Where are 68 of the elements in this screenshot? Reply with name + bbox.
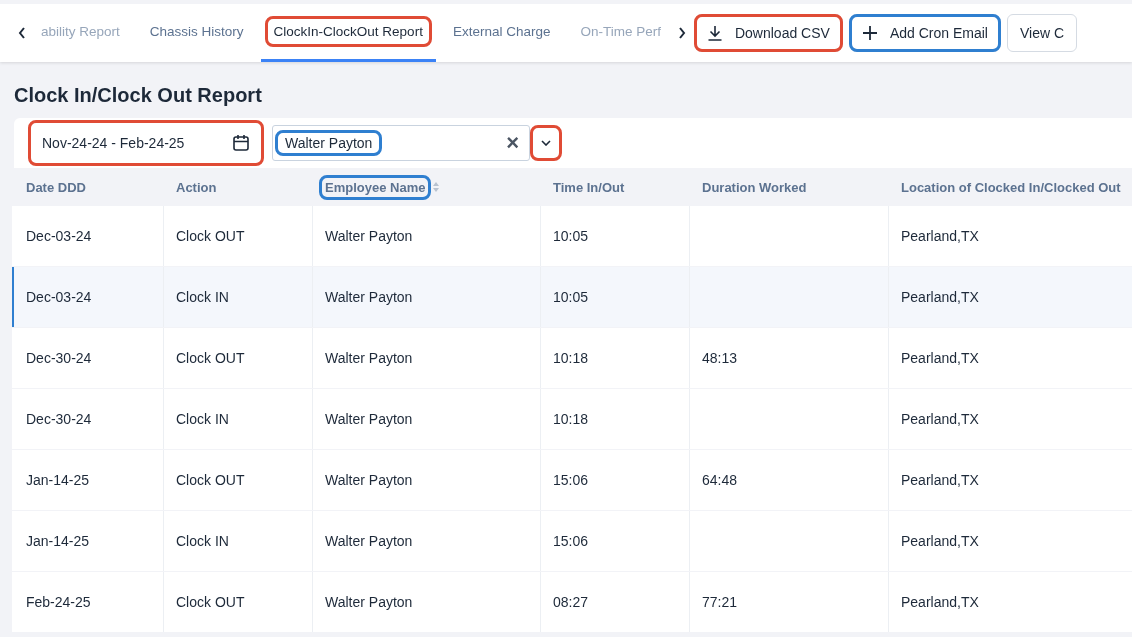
calendar-icon: [232, 134, 250, 152]
table-row[interactable]: Dec-03-24 Clock IN Walter Payton 10:05 Pearland,TX: [12, 267, 1132, 327]
table-cell: 15:06: [553, 472, 589, 488]
table-cell: 64:48: [702, 472, 738, 488]
table-cell: Pearland,TX: [901, 472, 979, 488]
table-cell: 10:05: [553, 289, 589, 305]
table-cell: Pearland,TX: [901, 411, 979, 427]
chevron-down-icon: [541, 140, 551, 146]
table-cell: Pearland,TX: [901, 533, 979, 549]
table-cell: Walter Payton: [325, 472, 413, 488]
clear-button[interactable]: ×: [506, 130, 519, 156]
table-cell: 08:27: [553, 594, 589, 610]
table-row[interactable]: Feb-24-25 Clock OUT Walter Payton 08:27 77:21 Pearland,TX: [12, 572, 1132, 632]
tab[interactable]: ClockIn-ClockOut Report: [260, 4, 436, 62]
table-cell: Jan-14-25: [26, 472, 90, 488]
table-cell: Clock IN: [176, 411, 229, 427]
add-cron-email-button[interactable]: Add Cron Email: [848, 14, 1001, 52]
column-header: Date DDD: [25, 178, 87, 197]
table-cell: 48:13: [702, 350, 738, 366]
table-cell: Jan-14-25: [26, 533, 90, 549]
table-cell: Dec-03-24: [26, 289, 92, 305]
download-csv-button[interactable]: Download CSV: [693, 14, 843, 52]
dropdown-button[interactable]: [530, 125, 562, 161]
table-cell: 10:18: [553, 350, 589, 366]
scroll-right-icon[interactable]: [677, 27, 686, 39]
tab[interactable]: Chassis History: [136, 4, 257, 62]
table-cell: Clock OUT: [176, 228, 245, 244]
table-cell: Dec-30-24: [26, 411, 92, 427]
table-cell: Pearland,TX: [901, 289, 979, 305]
table-cell: 77:21: [702, 594, 738, 610]
table-cell: Walter Payton: [325, 411, 413, 427]
table-cell: Clock OUT: [176, 472, 245, 488]
table-cell: Walter Payton: [325, 350, 413, 366]
table-cell: 10:05: [553, 228, 589, 244]
date-range-field[interactable]: Nov-24-24 - Feb-24-25: [28, 120, 264, 166]
column-header: Location of Clocked In/Clocked Out: [900, 178, 1122, 197]
table-cell: 10:18: [553, 411, 589, 427]
table-cell: Clock OUT: [176, 594, 245, 610]
plus-icon: [861, 25, 878, 41]
tab[interactable]: External Charge: [439, 4, 564, 62]
column-header: Duration Worked: [701, 178, 808, 197]
table-cell: Walter Payton: [325, 289, 413, 305]
table-row[interactable]: Jan-14-25 Clock IN Walter Payton 15:06 Pearland,TX: [12, 511, 1132, 571]
table-cell: Dec-03-24: [26, 228, 92, 244]
column-header[interactable]: Employee Name: [319, 174, 432, 200]
table-cell: Feb-24-25: [26, 594, 91, 610]
table-cell: Clock IN: [176, 289, 229, 305]
table-row[interactable]: Dec-30-24 Clock IN Walter Payton 10:18 Pearland,TX: [12, 389, 1132, 449]
table-cell: Clock IN: [176, 533, 229, 549]
column-header: Action: [175, 178, 218, 197]
scroll-left-icon[interactable]: [18, 27, 26, 39]
table-cell: Walter Payton: [325, 594, 413, 610]
employee-select[interactable]: Walter Payton ×: [272, 125, 530, 161]
table-cell: Pearland,TX: [901, 228, 979, 244]
table-cell: Pearland,TX: [901, 350, 979, 366]
table-row[interactable]: Jan-14-25 Clock OUT Walter Payton 15:06 64:48 Pearland,TX: [12, 450, 1132, 510]
table-cell: Walter Payton: [325, 533, 413, 549]
view-button[interactable]: View C: [1006, 14, 1078, 52]
table-row[interactable]: Dec-03-24 Clock OUT Walter Payton 10:05 Pearland,TX: [12, 206, 1132, 266]
table-cell: Dec-30-24: [26, 350, 92, 366]
table-cell: Walter Payton: [325, 228, 413, 244]
column-header: Time In/Out: [552, 178, 626, 197]
table-cell: Pearland,TX: [901, 594, 979, 610]
download-icon: [706, 25, 723, 41]
table-row[interactable]: Dec-30-24 Clock OUT Walter Payton 10:18 48:13 Pearland,TX: [12, 328, 1132, 388]
table-cell: 15:06: [553, 533, 589, 549]
table-cell: Clock OUT: [176, 350, 245, 366]
page-title: Clock In/Clock Out Report: [14, 84, 263, 107]
